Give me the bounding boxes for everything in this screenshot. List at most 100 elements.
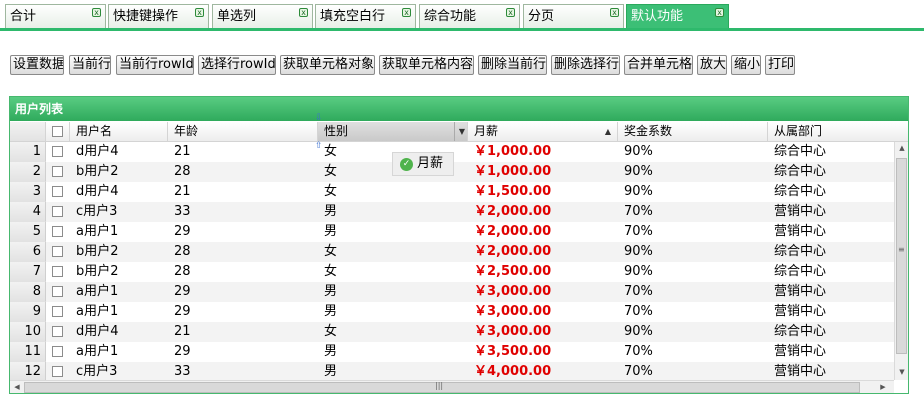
- cell-bonus[interactable]: 90%: [618, 262, 768, 282]
- horizontal-scrollbar[interactable]: ◀ ||| ▶: [10, 380, 894, 393]
- cell-bonus[interactable]: 70%: [618, 342, 768, 362]
- cell-age[interactable]: 29: [168, 302, 318, 322]
- table-row[interactable]: 11 a用户1 29 男 ￥3,500.00 70% 营销中心: [10, 342, 894, 362]
- tab-total[interactable]: 合计 x: [5, 4, 106, 28]
- scroll-down-icon[interactable]: ▼: [895, 368, 908, 376]
- set-data-button[interactable]: 设置数据: [10, 55, 64, 75]
- table-row[interactable]: 8 a用户1 29 男 ￥3,000.00 70% 营销中心: [10, 282, 894, 302]
- cell-username[interactable]: a用户1: [70, 282, 168, 302]
- cell-age[interactable]: 33: [168, 202, 318, 222]
- cell-username[interactable]: d用户4: [70, 142, 168, 162]
- close-icon[interactable]: x: [402, 8, 411, 17]
- close-icon[interactable]: x: [715, 8, 724, 17]
- selected-row-id-button[interactable]: 选择行rowId: [198, 55, 276, 75]
- cell-gender[interactable]: 女: [318, 182, 468, 202]
- cell-username[interactable]: a用户1: [70, 342, 168, 362]
- cell-gender[interactable]: 女: [318, 262, 468, 282]
- cell-username[interactable]: b用户2: [70, 242, 168, 262]
- tab-fill-blank-rows[interactable]: 填充空白行 x: [315, 4, 416, 28]
- table-row[interactable]: 12 c用户3 33 男 ￥4,000.00 70% 营销中心: [10, 362, 894, 382]
- cell-age[interactable]: 21: [168, 142, 318, 162]
- cell-salary[interactable]: ￥1,000.00: [468, 162, 618, 182]
- row-checkbox[interactable]: [52, 226, 63, 237]
- row-checkbox[interactable]: [52, 146, 63, 157]
- cell-dept[interactable]: 综合中心: [768, 262, 894, 282]
- cell-bonus[interactable]: 90%: [618, 162, 768, 182]
- current-row-id-button[interactable]: 当前行rowId: [116, 55, 194, 75]
- cell-username[interactable]: d用户4: [70, 182, 168, 202]
- cell-age[interactable]: 28: [168, 162, 318, 182]
- cell-age[interactable]: 33: [168, 362, 318, 382]
- cell-salary[interactable]: ￥2,000.00: [468, 242, 618, 262]
- row-checkbox[interactable]: [52, 306, 63, 317]
- cell-bonus[interactable]: 90%: [618, 182, 768, 202]
- column-header-age[interactable]: 年龄: [168, 122, 318, 142]
- cell-bonus[interactable]: 70%: [618, 222, 768, 242]
- cell-gender[interactable]: 男: [318, 362, 468, 382]
- cell-dept[interactable]: 营销中心: [768, 202, 894, 222]
- cell-age[interactable]: 21: [168, 182, 318, 202]
- cell-bonus[interactable]: 70%: [618, 362, 768, 382]
- table-row[interactable]: 10 d用户4 21 女 ￥3,000.00 90% 综合中心: [10, 322, 894, 342]
- cell-gender[interactable]: 男: [318, 202, 468, 222]
- cell-salary[interactable]: ￥3,000.00: [468, 282, 618, 302]
- cell-dept[interactable]: 营销中心: [768, 302, 894, 322]
- cell-dept[interactable]: 综合中心: [768, 242, 894, 262]
- cell-dept[interactable]: 营销中心: [768, 222, 894, 242]
- cell-age[interactable]: 29: [168, 342, 318, 362]
- scroll-up-icon[interactable]: ▲: [895, 144, 908, 152]
- cell-dept[interactable]: 营销中心: [768, 282, 894, 302]
- zoom-out-button[interactable]: 缩小: [731, 55, 761, 75]
- current-row-button[interactable]: 当前行: [69, 55, 111, 75]
- table-row[interactable]: 4 c用户3 33 男 ￥2,000.00 70% 营销中心: [10, 202, 894, 222]
- cell-age[interactable]: 29: [168, 222, 318, 242]
- tab-default-functions[interactable]: 默认功能 x: [626, 4, 729, 29]
- vertical-scrollbar[interactable]: ▲ ≡ ▼: [894, 142, 908, 380]
- cell-salary[interactable]: ￥3,000.00: [468, 302, 618, 322]
- row-checkbox[interactable]: [52, 286, 63, 297]
- scroll-left-icon[interactable]: ◀: [10, 383, 24, 391]
- cell-bonus[interactable]: 70%: [618, 282, 768, 302]
- column-header-username[interactable]: 用户名: [70, 122, 168, 142]
- cell-bonus[interactable]: 90%: [618, 322, 768, 342]
- table-row[interactable]: 9 a用户1 29 男 ￥3,000.00 70% 营销中心: [10, 302, 894, 322]
- cell-username[interactable]: a用户1: [70, 222, 168, 242]
- cell-salary[interactable]: ￥4,000.00: [468, 362, 618, 382]
- cell-dept[interactable]: 综合中心: [768, 162, 894, 182]
- table-row[interactable]: 6 b用户2 28 女 ￥2,000.00 90% 综合中心: [10, 242, 894, 262]
- row-checkbox[interactable]: [52, 366, 63, 377]
- row-checkbox[interactable]: [52, 266, 63, 277]
- cell-gender[interactable]: 女: [318, 242, 468, 262]
- cell-dept[interactable]: 综合中心: [768, 182, 894, 202]
- cell-username[interactable]: d用户4: [70, 322, 168, 342]
- cell-dept[interactable]: 营销中心: [768, 362, 894, 382]
- row-checkbox[interactable]: [52, 246, 63, 257]
- column-header-salary[interactable]: 月薪 ▲: [468, 122, 618, 142]
- cell-gender[interactable]: 男: [318, 222, 468, 242]
- merge-cells-button[interactable]: 合并单元格: [624, 55, 693, 75]
- row-checkbox[interactable]: [52, 346, 63, 357]
- tab-shortcut-ops[interactable]: 快捷键操作 x: [108, 4, 209, 28]
- cell-username[interactable]: b用户2: [70, 162, 168, 182]
- cell-gender[interactable]: 男: [318, 282, 468, 302]
- cell-bonus[interactable]: 90%: [618, 242, 768, 262]
- table-row[interactable]: 7 b用户2 28 女 ￥2,500.00 90% 综合中心: [10, 262, 894, 282]
- cell-salary[interactable]: ￥3,500.00: [468, 342, 618, 362]
- cell-gender[interactable]: 女: [318, 322, 468, 342]
- cell-dept[interactable]: 营销中心: [768, 342, 894, 362]
- delete-selected-rows-button[interactable]: 删除选择行: [551, 55, 620, 75]
- table-row[interactable]: 5 a用户1 29 男 ￥2,000.00 70% 营销中心: [10, 222, 894, 242]
- tab-radio-column[interactable]: 单选列 x: [212, 4, 313, 28]
- close-icon[interactable]: x: [506, 8, 515, 17]
- scroll-right-icon[interactable]: ▶: [876, 383, 890, 391]
- cell-gender[interactable]: 男: [318, 342, 468, 362]
- print-button[interactable]: 打印: [765, 55, 795, 75]
- cell-bonus[interactable]: 70%: [618, 202, 768, 222]
- table-row[interactable]: 3 d用户4 21 女 ￥1,500.00 90% 综合中心: [10, 182, 894, 202]
- vertical-scroll-thumb[interactable]: ≡: [896, 158, 907, 354]
- cell-age[interactable]: 21: [168, 322, 318, 342]
- row-checkbox[interactable]: [52, 326, 63, 337]
- close-icon[interactable]: x: [92, 8, 101, 17]
- column-header-dept[interactable]: 从属部门: [768, 122, 908, 142]
- cell-dept[interactable]: 综合中心: [768, 142, 894, 162]
